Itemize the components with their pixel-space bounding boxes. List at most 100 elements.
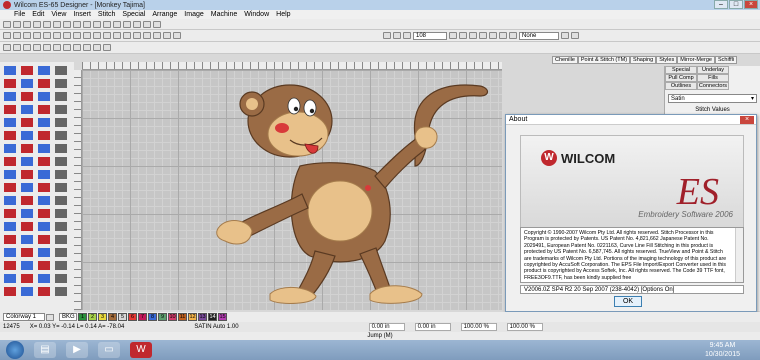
zoom-in-icon[interactable] xyxy=(93,20,101,28)
tool-icon[interactable] xyxy=(4,287,16,296)
lettering-icon[interactable] xyxy=(43,32,51,39)
tool-icon[interactable] xyxy=(4,92,16,101)
tool-icon[interactable] xyxy=(38,248,50,257)
scale-icon[interactable] xyxy=(133,32,141,39)
tool-icon[interactable] xyxy=(55,105,67,114)
menu-view[interactable]: View xyxy=(51,11,66,18)
tab-shaping[interactable]: Shaping xyxy=(630,56,657,64)
tool-icon[interactable] xyxy=(4,105,16,114)
align-icon[interactable] xyxy=(103,32,111,39)
tool-icon[interactable] xyxy=(4,235,16,244)
tool-icon[interactable] xyxy=(21,222,33,231)
color-swatch[interactable]: 10 xyxy=(168,313,177,321)
print-icon[interactable] xyxy=(33,20,41,28)
color-swatch[interactable]: 4 xyxy=(108,313,117,321)
maximize-button[interactable]: □ xyxy=(729,0,743,9)
tool-icon[interactable] xyxy=(55,209,67,218)
menu-stitch[interactable]: Stitch xyxy=(98,11,116,18)
measure-icon[interactable] xyxy=(449,32,457,39)
tool-icon[interactable] xyxy=(21,287,33,296)
color-swatch[interactable]: 15 xyxy=(218,313,227,321)
color-swatch[interactable]: 12 xyxy=(188,313,197,321)
tool-icon[interactable] xyxy=(55,170,67,179)
tool-icon[interactable] xyxy=(21,170,33,179)
copyright-textbox[interactable]: Copyright © 1990-2007 Wilcom Pty Ltd. Al… xyxy=(520,227,744,283)
tool-icon[interactable] xyxy=(55,248,67,257)
tatami-icon[interactable] xyxy=(63,44,71,51)
tool-icon[interactable] xyxy=(4,209,16,218)
options-icon[interactable] xyxy=(571,32,579,39)
show-stitches-icon[interactable] xyxy=(143,32,151,39)
tool-icon[interactable] xyxy=(21,92,33,101)
colorway-menu-icon[interactable] xyxy=(46,313,54,321)
tool-icon[interactable] xyxy=(4,118,16,127)
tool-icon[interactable] xyxy=(21,66,33,75)
monkey-embroidery-design[interactable] xyxy=(190,76,510,308)
outline-icon[interactable] xyxy=(33,32,41,39)
tool-icon[interactable] xyxy=(4,170,16,179)
new-icon[interactable] xyxy=(3,20,11,28)
color-swatch[interactable]: 2 xyxy=(88,313,97,321)
input-c-icon[interactable] xyxy=(23,44,31,51)
tool-icon[interactable] xyxy=(4,248,16,257)
contour-icon[interactable] xyxy=(83,44,91,51)
input-b-icon[interactable] xyxy=(13,44,21,51)
mirror-icon[interactable] xyxy=(113,32,121,39)
tool-icon[interactable] xyxy=(55,131,67,140)
fill-icon[interactable] xyxy=(23,32,31,39)
menu-arrange[interactable]: Arrange xyxy=(152,11,177,18)
ruler-icon[interactable] xyxy=(143,20,151,28)
tool-icon[interactable] xyxy=(38,170,50,179)
color-swatch[interactable]: 11 xyxy=(178,313,187,321)
tool-icon[interactable] xyxy=(55,183,67,192)
tool-icon[interactable] xyxy=(4,157,16,166)
tool-icon[interactable] xyxy=(21,209,33,218)
redo-icon[interactable] xyxy=(83,20,91,28)
start-button[interactable] xyxy=(6,341,24,359)
tool-icon[interactable] xyxy=(21,261,33,270)
tool-icon[interactable] xyxy=(21,144,33,153)
tab-point-stitch[interactable]: Point & Stitch (TM) xyxy=(577,56,631,64)
tool-icon[interactable] xyxy=(38,274,50,283)
tool-icon[interactable] xyxy=(55,66,67,75)
select-icon[interactable] xyxy=(3,32,11,39)
color-swatch[interactable]: 13 xyxy=(198,313,207,321)
run-icon[interactable] xyxy=(33,44,41,51)
stitch-type-select[interactable]: Satin ▾ xyxy=(668,94,757,103)
refresh-icon[interactable] xyxy=(469,32,477,39)
ungroup-icon[interactable] xyxy=(93,32,101,39)
save-icon[interactable] xyxy=(23,20,31,28)
tool-icon[interactable] xyxy=(21,105,33,114)
input-a-icon[interactable] xyxy=(3,44,11,51)
height-field[interactable]: 0.00 in xyxy=(414,323,451,331)
color-swatch[interactable]: 1 xyxy=(78,313,87,321)
scale-x-field[interactable]: 100.00 % xyxy=(460,323,497,331)
width-field[interactable]: 0.00 in xyxy=(368,323,405,331)
tool-icon[interactable] xyxy=(38,222,50,231)
tool-icon[interactable] xyxy=(38,261,50,270)
settings-icon[interactable] xyxy=(561,32,569,39)
tool-icon[interactable] xyxy=(4,261,16,270)
reshape-icon[interactable] xyxy=(13,32,21,39)
show-outlines-icon[interactable] xyxy=(153,32,161,39)
tool-icon[interactable] xyxy=(38,79,50,88)
fancy-icon[interactable] xyxy=(93,44,101,51)
scale-y-field[interactable]: 100.00 % xyxy=(506,323,543,331)
tool-icon[interactable] xyxy=(38,66,50,75)
stemstitch-icon[interactable] xyxy=(103,44,111,51)
color-swatch[interactable]: 6 xyxy=(128,313,137,321)
color-swatch[interactable]: 14 xyxy=(208,313,217,321)
tab-chenille[interactable]: Chenille xyxy=(552,56,578,64)
folder-icon[interactable]: ▭ xyxy=(98,342,120,358)
tool-icon[interactable] xyxy=(55,287,67,296)
paste-icon[interactable] xyxy=(63,20,71,28)
menu-insert[interactable]: Insert xyxy=(73,11,91,18)
tool-icon[interactable] xyxy=(38,105,50,114)
prev-icon[interactable] xyxy=(499,32,507,39)
copy-icon[interactable] xyxy=(53,20,61,28)
zoom-fit-icon[interactable] xyxy=(393,32,401,39)
arrow-icon[interactable] xyxy=(489,32,497,39)
wilcom-taskbar-icon[interactable]: W xyxy=(130,342,152,358)
color-icon[interactable] xyxy=(73,32,81,39)
tool-icon[interactable] xyxy=(4,274,16,283)
